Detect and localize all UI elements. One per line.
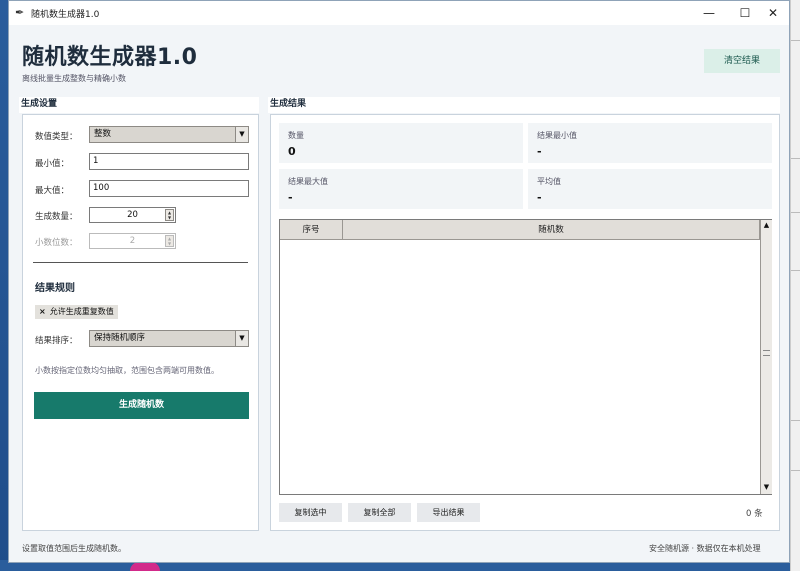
results-table[interactable]: 序号 随机数 ▲ ▼ bbox=[279, 219, 772, 495]
sort-label: 结果排序： bbox=[35, 336, 78, 346]
scroll-down-icon[interactable]: ▼ bbox=[761, 482, 772, 493]
stat-value: - bbox=[537, 145, 542, 158]
stat-label: 结果最大值 bbox=[288, 177, 328, 186]
minimize-button[interactable]: — bbox=[691, 1, 727, 25]
decimals-value: 2 bbox=[129, 236, 136, 246]
type-select[interactable]: 整数 ▼ bbox=[89, 126, 249, 143]
title-bar[interactable]: ✒ 随机数生成器1.0 — ☐ ✕ bbox=[9, 1, 789, 25]
spin-arrows-icon[interactable]: ▲ ▼ bbox=[165, 235, 174, 247]
column-header-index[interactable]: 序号 bbox=[280, 220, 343, 240]
count-value: 20 bbox=[127, 210, 138, 220]
settings-panel: 数值类型： 整数 ▼ 最小值： 1 最大值： 100 生成数量： 20 ▲ ▼ 小… bbox=[22, 114, 259, 531]
copy-all-button[interactable]: 复制全部 bbox=[348, 503, 411, 522]
copy-selected-button[interactable]: 复制选中 bbox=[279, 503, 342, 522]
export-button[interactable]: 导出结果 bbox=[417, 503, 480, 522]
page-title: 随机数生成器1.0 bbox=[22, 45, 198, 70]
stat-label: 数量 bbox=[288, 131, 304, 140]
stat-count: 数量 0 bbox=[279, 123, 523, 163]
settings-heading: 生成设置 bbox=[19, 97, 259, 113]
feather-icon: ✒ bbox=[15, 6, 25, 19]
type-select-value: 整数 bbox=[94, 129, 112, 139]
min-input[interactable]: 1 bbox=[89, 153, 249, 170]
hint-text: 小数按指定位数均匀抽取，范围包含两端可用数值。 bbox=[35, 366, 219, 375]
desktop-icon-fragment bbox=[130, 562, 160, 571]
stat-label: 结果最小值 bbox=[537, 131, 577, 140]
sort-select[interactable]: 保持随机顺序 ▼ bbox=[89, 330, 249, 347]
count-label: 生成数量： bbox=[35, 212, 78, 222]
type-label: 数值类型： bbox=[35, 132, 78, 142]
scroll-grip-icon[interactable] bbox=[763, 350, 770, 356]
results-panel: 数量 0 结果最小值 - 结果最大值 - 平均值 - 序号 随机数 ▲ ▼ 复制… bbox=[270, 114, 780, 531]
clear-results-button[interactable]: 清空结果 bbox=[704, 49, 780, 73]
allow-duplicates-checkbox[interactable]: × 允许生成重复数值 bbox=[35, 305, 118, 319]
min-label: 最小值： bbox=[35, 159, 70, 169]
divider bbox=[33, 262, 248, 263]
result-count: 0 条 bbox=[746, 509, 763, 519]
stat-value: - bbox=[288, 191, 293, 204]
scroll-up-icon[interactable]: ▲ bbox=[761, 220, 772, 231]
window-title: 随机数生成器1.0 bbox=[31, 10, 100, 20]
stat-value: 0 bbox=[288, 145, 296, 158]
status-text: 设置取值范围后生成随机数。 bbox=[22, 544, 126, 553]
spin-arrows-icon[interactable]: ▲ ▼ bbox=[165, 209, 174, 221]
count-spinbox[interactable]: 20 ▲ ▼ bbox=[89, 207, 176, 223]
column-header-value[interactable]: 随机数 bbox=[343, 220, 760, 240]
stat-max: 结果最大值 - bbox=[279, 169, 523, 209]
page-subtitle: 离线批量生成整数与精确小数 bbox=[22, 74, 126, 83]
decimals-spinbox[interactable]: 2 ▲ ▼ bbox=[89, 233, 176, 249]
rules-heading: 结果规则 bbox=[35, 283, 75, 294]
app-window: ✒ 随机数生成器1.0 — ☐ ✕ 随机数生成器1.0 离线批量生成整数与精确小… bbox=[8, 0, 790, 563]
dropdown-arrow-icon[interactable]: ▼ bbox=[235, 331, 248, 346]
results-heading: 生成结果 bbox=[268, 97, 780, 113]
sort-select-value: 保持随机顺序 bbox=[94, 333, 146, 343]
allow-duplicates-label: 允许生成重复数值 bbox=[49, 307, 114, 316]
close-button[interactable]: ✕ bbox=[755, 1, 791, 25]
decimals-label: 小数位数： bbox=[35, 238, 78, 248]
vertical-scrollbar[interactable]: ▲ ▼ bbox=[760, 220, 772, 494]
stat-value: - bbox=[537, 191, 542, 204]
generate-button[interactable]: 生成随机数 bbox=[34, 392, 249, 419]
stat-label: 平均值 bbox=[537, 177, 561, 186]
max-input[interactable]: 100 bbox=[89, 180, 249, 197]
max-label: 最大值： bbox=[35, 186, 70, 196]
background-window-edge bbox=[790, 0, 800, 571]
dropdown-arrow-icon[interactable]: ▼ bbox=[235, 127, 248, 142]
stat-min: 结果最小值 - bbox=[528, 123, 772, 163]
checkbox-x-icon: × bbox=[39, 307, 46, 316]
stat-average: 平均值 - bbox=[528, 169, 772, 209]
security-note: 安全随机源 · 数据仅在本机处理 bbox=[649, 544, 761, 553]
